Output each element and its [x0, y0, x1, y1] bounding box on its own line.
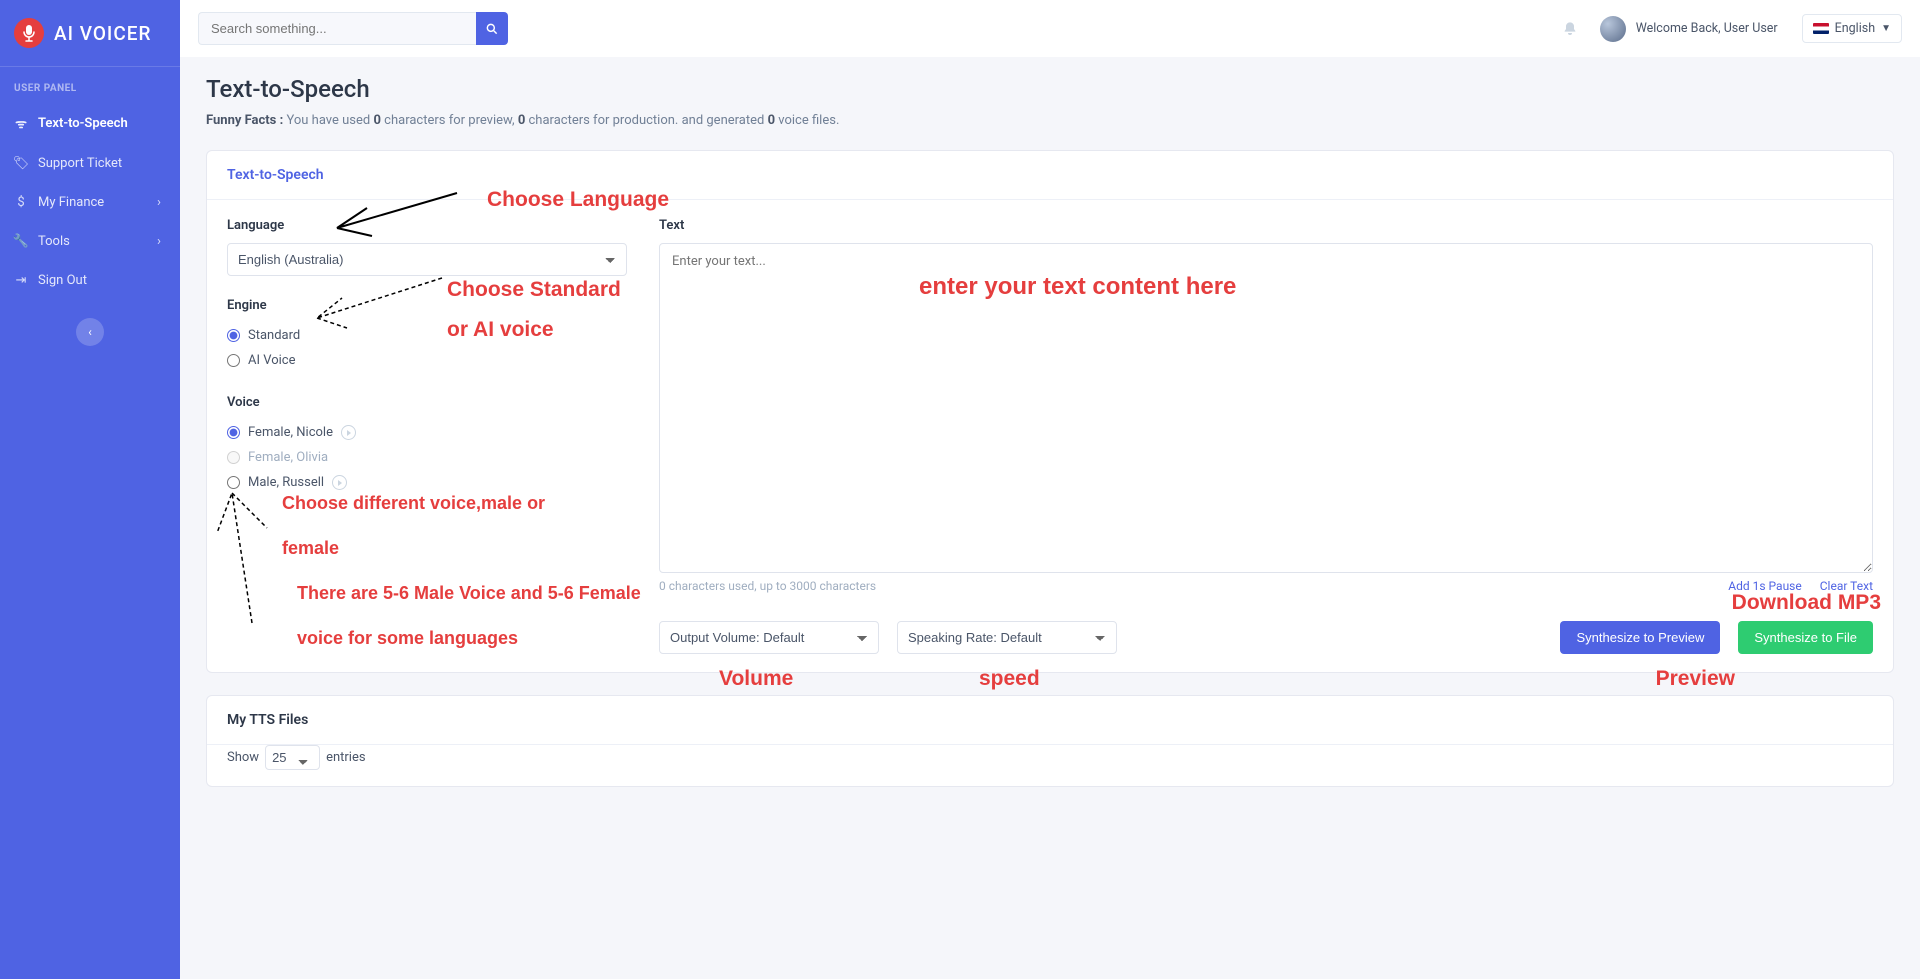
search	[198, 12, 508, 45]
page-title: Text-to-Speech	[206, 75, 1894, 103]
nav-text-to-speech[interactable]: ᯤ Text-to-Speech	[0, 102, 180, 144]
add-pause-link[interactable]: Add 1s Pause	[1728, 579, 1801, 593]
content: Text-to-Speech Funny Facts : You have us…	[180, 57, 1920, 979]
annotation-preview: Preview	[1656, 667, 1735, 691]
user-panel-label: USER PANEL	[0, 67, 180, 102]
char-counter: 0 characters used, up to 3000 characters	[659, 579, 876, 593]
output-volume-select[interactable]: Output Volume: Default	[659, 621, 879, 654]
voice-olivia-radio[interactable]: Female, Olivia	[227, 445, 627, 470]
nav-label: Text-to-Speech	[38, 116, 128, 131]
nav-tools[interactable]: 🔧 Tools ›	[0, 222, 180, 261]
mic-icon	[14, 18, 44, 48]
search-button[interactable]	[476, 12, 508, 45]
avatar	[1600, 16, 1626, 42]
engine-ai-radio[interactable]: AI Voice	[227, 348, 627, 373]
user-menu[interactable]: Welcome Back, User User	[1600, 16, 1778, 42]
topbar: Welcome Back, User User English ▼	[180, 0, 1920, 57]
speaking-rate-select[interactable]: Speaking Rate: Default	[897, 621, 1117, 654]
dollar-icon: $	[14, 195, 28, 210]
files-card: My TTS Files Show 25 entries	[206, 695, 1894, 787]
search-input[interactable]	[198, 12, 476, 45]
files-card-title: My TTS Files	[207, 696, 1893, 745]
annotation-speed: speed	[979, 667, 1040, 691]
sidebar: AI VOICER USER PANEL ᯤ Text-to-Speech 🏷 …	[0, 0, 180, 979]
play-icon[interactable]	[332, 475, 347, 490]
brand[interactable]: AI VOICER	[0, 0, 180, 67]
voice-label: Voice	[227, 395, 627, 410]
welcome-text: Welcome Back, User User	[1636, 21, 1778, 36]
funny-facts: Funny Facts : You have used 0 characters…	[206, 113, 1894, 128]
notifications-button[interactable]	[1554, 21, 1586, 37]
collapse-sidebar-button[interactable]: ‹	[76, 318, 104, 346]
annotation-voice-4: voice for some languages	[297, 628, 518, 649]
synthesize-preview-button[interactable]: Synthesize to Preview	[1560, 621, 1720, 654]
play-icon[interactable]	[341, 425, 356, 440]
broadcast-icon: ᯤ	[14, 114, 28, 132]
entries-select[interactable]: 25	[265, 745, 320, 770]
language-label: English	[1835, 21, 1875, 36]
main: Welcome Back, User User English ▼ Text-t…	[180, 0, 1920, 979]
flag-icon	[1813, 23, 1829, 34]
annotation-voice-3: There are 5-6 Male Voice and 5-6 Female	[297, 583, 677, 604]
nav-support-ticket[interactable]: 🏷 Support Ticket	[0, 144, 180, 183]
signout-icon: ⇥	[14, 273, 28, 288]
nav-my-finance[interactable]: $ My Finance ›	[0, 183, 180, 222]
nav-label: My Finance	[38, 195, 104, 210]
synthesize-file-button[interactable]: Synthesize to File	[1738, 621, 1873, 654]
tag-icon: 🏷	[14, 156, 28, 171]
wrench-icon: 🔧	[14, 234, 28, 249]
nav-label: Tools	[38, 234, 70, 249]
arrow-annotation	[297, 188, 462, 248]
annotation-download: Download MP3	[1732, 591, 1881, 615]
text-label: Text	[659, 218, 1873, 233]
chevron-right-icon: ›	[152, 234, 166, 249]
chevron-right-icon: ›	[152, 195, 166, 210]
nav-label: Support Ticket	[38, 156, 122, 171]
entries-label: entries	[326, 750, 366, 765]
search-icon	[485, 22, 499, 36]
annotation-voice-1: Choose different voice,male or	[282, 493, 642, 514]
arrow-annotation	[212, 473, 292, 628]
language-picker[interactable]: English ▼	[1802, 14, 1902, 43]
clear-text-link[interactable]: Clear Text	[1820, 579, 1873, 593]
text-input[interactable]	[659, 243, 1873, 573]
chevron-down-icon: ▼	[1881, 23, 1891, 34]
nav-sign-out[interactable]: ⇥ Sign Out	[0, 261, 180, 300]
chevron-left-icon: ‹	[88, 325, 92, 339]
arrow-annotation	[287, 268, 447, 338]
voice-nicole-radio[interactable]: Female, Nicole	[227, 420, 627, 445]
brand-text: AI VOICER	[54, 22, 151, 45]
show-label: Show	[227, 750, 259, 765]
annotation-volume: Volume	[719, 667, 793, 691]
nav-label: Sign Out	[38, 273, 87, 288]
bell-icon	[1562, 21, 1578, 37]
tts-card: Text-to-Speech Language English (Austral…	[206, 150, 1894, 673]
